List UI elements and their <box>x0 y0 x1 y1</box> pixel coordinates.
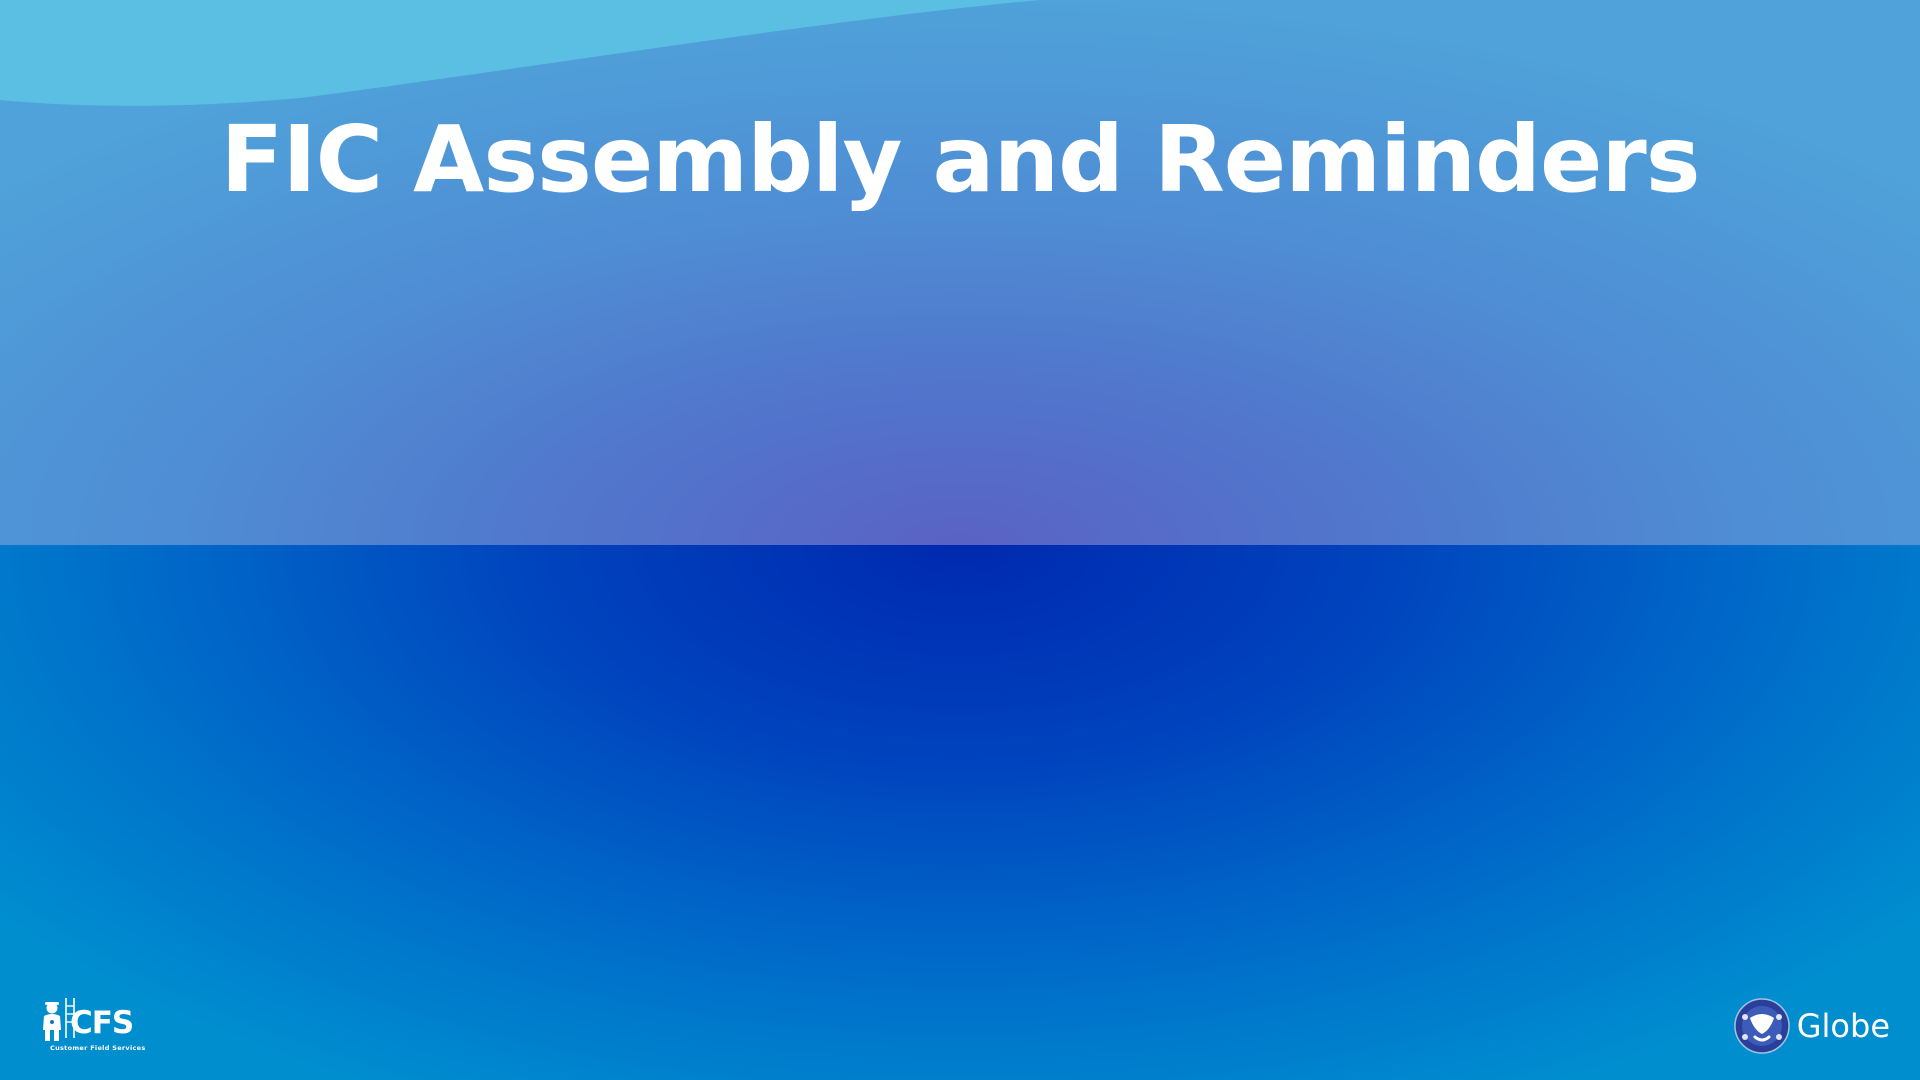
globe-logo: Globe <box>1733 996 1890 1056</box>
cfs-logo: CFS Customer Field Services <box>40 992 150 1058</box>
cfs-logo-subtitle: Customer Field Services <box>50 1044 146 1052</box>
slide: FIC Assembly and Reminders CFS Customer … <box>0 0 1920 1080</box>
cfs-logo-text: CFS <box>70 1005 134 1041</box>
globe-logo-text: Globe <box>1796 1007 1890 1045</box>
slide-bottom-panel <box>0 545 1920 1080</box>
globe-logo-icon <box>1733 998 1790 1054</box>
slide-title: FIC Assembly and Reminders <box>220 106 1701 213</box>
top-wave-decoration <box>0 0 1040 106</box>
